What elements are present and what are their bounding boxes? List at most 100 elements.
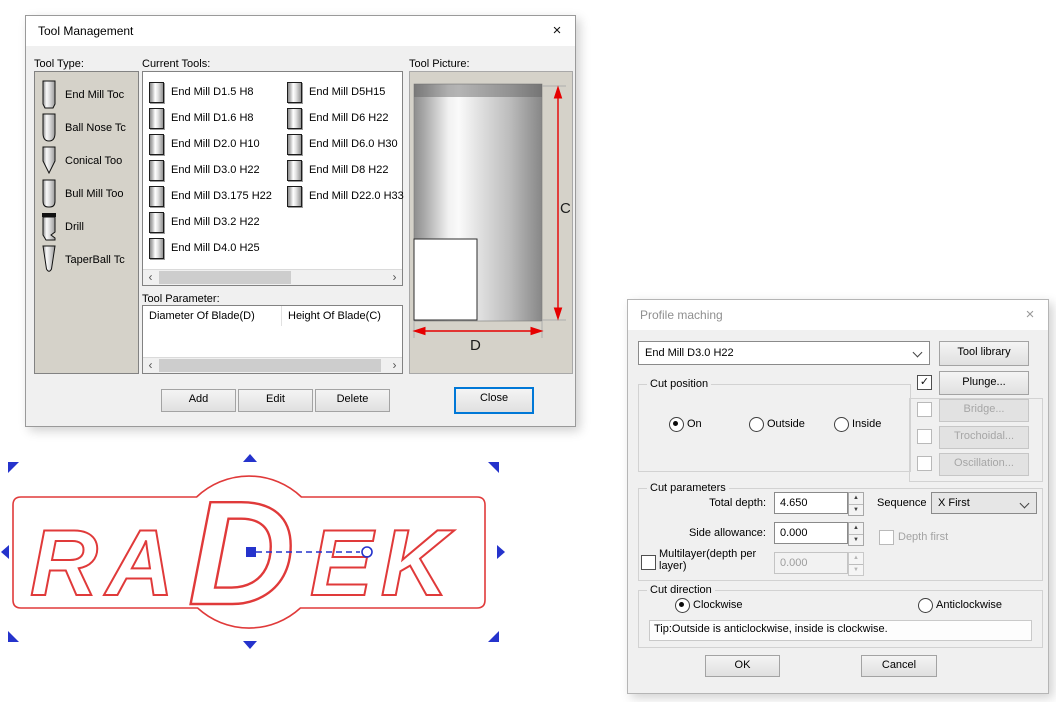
spin-up-icon[interactable]: ▲: [849, 493, 863, 505]
cancel-button[interactable]: Cancel: [861, 655, 937, 677]
close-button[interactable]: Close: [454, 387, 534, 414]
tool-library-button[interactable]: Tool library: [939, 341, 1029, 366]
param-col-height[interactable]: Height Of Blade(C): [282, 306, 406, 326]
handle-bottom-center[interactable]: [243, 641, 257, 649]
scroll-left-icon[interactable]: ‹: [143, 358, 158, 373]
depth-first-label[interactable]: Depth first: [898, 531, 948, 543]
close-icon[interactable]: ×: [1012, 300, 1048, 330]
plunge-checkbox[interactable]: ✓: [917, 375, 932, 390]
handle-top-right[interactable]: [488, 462, 499, 473]
spin-down-icon[interactable]: ▼: [849, 505, 863, 516]
total-depth-input[interactable]: 4.650: [774, 492, 848, 514]
horizontal-scrollbar[interactable]: ‹ ›: [143, 269, 402, 285]
radio-anticlockwise-label[interactable]: Anticlockwise: [936, 599, 1002, 611]
tool-type-item[interactable]: TaperBall Tc: [39, 245, 134, 275]
handle-top-center[interactable]: [243, 454, 257, 462]
ok-button[interactable]: OK: [705, 655, 780, 677]
sequence-select[interactable]: X First: [931, 492, 1037, 514]
handle-bottom-right[interactable]: [488, 631, 499, 642]
trochoidal-button[interactable]: Trochoidal...: [939, 426, 1029, 449]
tool-select[interactable]: End Mill D3.0 H22: [638, 341, 930, 365]
tool-parameter-heading: Tool Parameter:: [142, 293, 220, 305]
spin-down-icon[interactable]: ▼: [849, 535, 863, 546]
scrollbar-thumb[interactable]: [159, 359, 381, 372]
radio-outside[interactable]: [749, 417, 764, 432]
total-depth-spinner[interactable]: ▲ ▼: [848, 492, 864, 516]
radio-clockwise-label[interactable]: Clockwise: [693, 599, 743, 611]
plunge-button[interactable]: Plunge...: [939, 371, 1029, 395]
tip-field: Tip:Outside is anticlockwise, inside is …: [649, 620, 1032, 641]
spin-up-icon[interactable]: ▲: [849, 523, 863, 535]
oscillation-button[interactable]: Oscillation...: [939, 453, 1029, 476]
oscillation-checkbox[interactable]: [917, 456, 932, 471]
radio-inside-label[interactable]: Inside: [852, 418, 881, 430]
radio-clockwise[interactable]: [675, 598, 690, 613]
radio-anticlockwise[interactable]: [918, 598, 933, 613]
tool-management-titlebar[interactable]: Tool Management ×: [26, 16, 575, 46]
radio-on-label[interactable]: On: [687, 418, 702, 430]
tool-picture-heading: Tool Picture:: [409, 58, 470, 70]
tool-list-item[interactable]: End Mill D22.0 H33: [287, 183, 404, 209]
depth-first-checkbox[interactable]: [879, 530, 894, 545]
tool-type-label: Conical Too: [65, 155, 123, 167]
multilayer-input[interactable]: 0.000: [774, 552, 848, 574]
tool-type-item[interactable]: Drill: [39, 212, 134, 242]
edit-button[interactable]: Edit: [238, 389, 313, 412]
scrollbar-thumb[interactable]: [159, 271, 291, 284]
tool-list-item[interactable]: End Mill D4.0 H25: [149, 235, 260, 261]
tool-list-item[interactable]: End Mill D3.175 H22: [149, 183, 272, 209]
tool-type-item[interactable]: Bull Mill Too: [39, 179, 134, 209]
handle-middle-right[interactable]: [497, 545, 505, 559]
tool-list-item[interactable]: End Mill D5H15: [287, 79, 385, 105]
tool-list-item[interactable]: End Mill D1.5 H8: [149, 79, 254, 105]
horizontal-scrollbar[interactable]: ‹ ›: [143, 357, 402, 373]
tool-list-item[interactable]: End Mill D6 H22: [287, 105, 388, 131]
tool-list-item[interactable]: End Mill D3.2 H22: [149, 209, 260, 235]
tool-type-item[interactable]: Conical Too: [39, 146, 134, 176]
bridge-checkbox[interactable]: [917, 402, 932, 417]
tool-parameter-table[interactable]: Diameter Of Blade(D) Height Of Blade(C) …: [142, 305, 403, 374]
tool-type-heading: Tool Type:: [34, 58, 84, 70]
profile-maching-titlebar[interactable]: Profile maching ×: [628, 300, 1048, 330]
radio-outside-label[interactable]: Outside: [767, 418, 805, 430]
radio-on[interactable]: [669, 417, 684, 432]
tool-list-item[interactable]: End Mill D8 H22: [287, 157, 388, 183]
current-tools-list[interactable]: End Mill D1.5 H8 End Mill D1.6 H8 End Mi…: [142, 71, 404, 286]
close-icon[interactable]: ×: [539, 16, 575, 46]
handle-middle-left[interactable]: [1, 545, 9, 559]
tool-type-item[interactable]: Ball Nose Tc: [39, 113, 134, 143]
side-allowance-input[interactable]: 0.000: [774, 522, 848, 544]
spin-down-icon[interactable]: ▼: [849, 565, 863, 576]
logo-letters[interactable]: RA D EK: [29, 470, 457, 637]
tool-list-item[interactable]: End Mill D2.0 H10: [149, 131, 260, 157]
center-handle[interactable]: [246, 547, 256, 557]
logo-selection-object[interactable]: RA D EK: [0, 452, 512, 652]
tool-type-list[interactable]: End Mill Toc Ball Nose Tc Conical Too Bu…: [34, 71, 139, 374]
radio-inside[interactable]: [834, 417, 849, 432]
multilayer-label[interactable]: Multilayer(depth per layer): [659, 548, 771, 572]
add-button[interactable]: Add: [161, 389, 236, 412]
dim-d-label: D: [470, 337, 481, 354]
multilayer-checkbox[interactable]: [641, 555, 656, 570]
end-mill-small-icon: [149, 133, 164, 155]
scroll-right-icon[interactable]: ›: [387, 358, 402, 373]
delete-button[interactable]: Delete: [315, 389, 390, 412]
tool-list-item[interactable]: End Mill D6.0 H30: [287, 131, 398, 157]
trochoidal-checkbox[interactable]: [917, 429, 932, 444]
side-allowance-label: Side allowance:: [688, 527, 766, 539]
handle-bottom-left[interactable]: [8, 631, 19, 642]
tool-type-item[interactable]: End Mill Toc: [39, 80, 134, 110]
tool-type-label: TaperBall Tc: [65, 254, 125, 266]
bridge-button[interactable]: Bridge...: [939, 399, 1029, 422]
scroll-left-icon[interactable]: ‹: [143, 270, 158, 285]
end-mill-small-icon: [287, 107, 302, 129]
multilayer-spinner[interactable]: ▲ ▼: [848, 552, 864, 576]
param-col-diameter[interactable]: Diameter Of Blade(D): [143, 306, 282, 326]
scroll-right-icon[interactable]: ›: [387, 270, 402, 285]
tool-list-item[interactable]: End Mill D3.0 H22: [149, 157, 260, 183]
tool-picture-drawing: C D: [412, 83, 571, 354]
handle-top-left[interactable]: [8, 462, 19, 473]
spin-up-icon[interactable]: ▲: [849, 553, 863, 565]
side-allowance-spinner[interactable]: ▲ ▼: [848, 522, 864, 546]
tool-list-item[interactable]: End Mill D1.6 H8: [149, 105, 254, 131]
